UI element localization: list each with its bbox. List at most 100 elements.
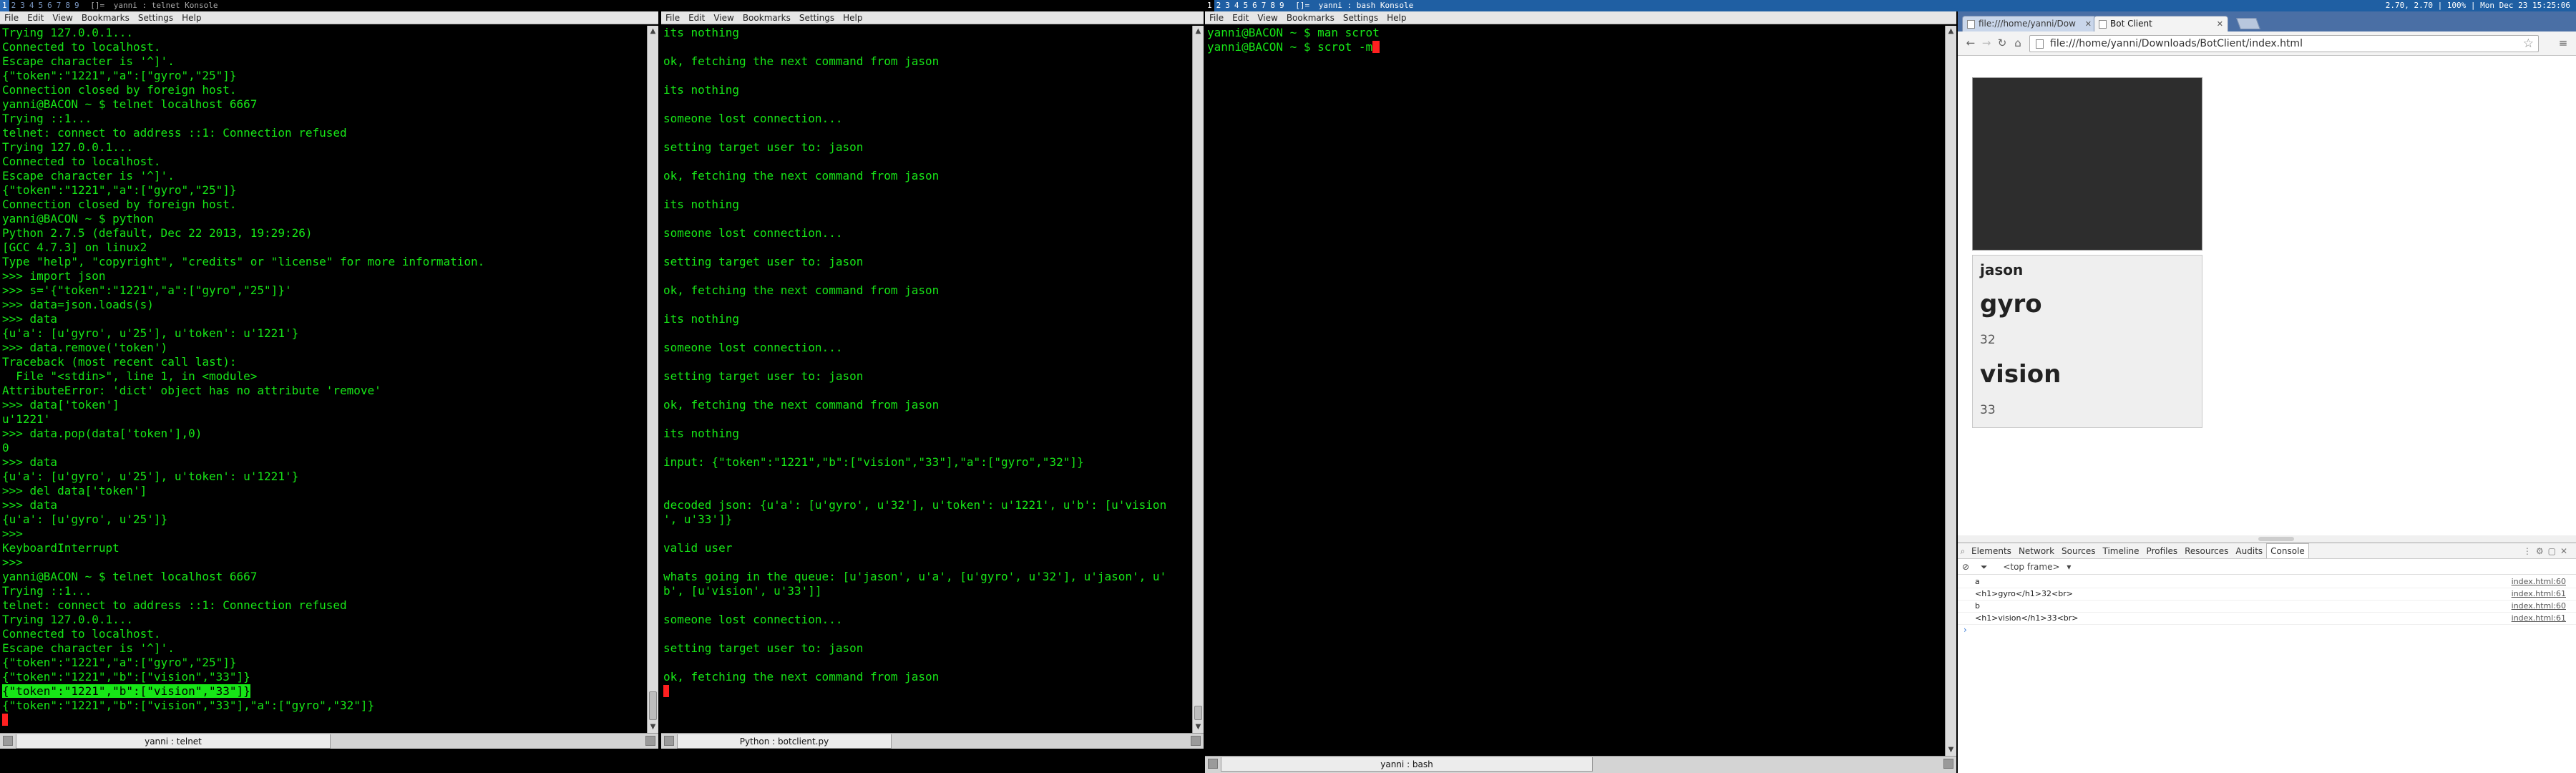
menu-item-bookmarks[interactable]: Bookmarks (77, 11, 134, 24)
devtools-tab-resources[interactable]: Resources (2181, 543, 2232, 559)
filter-icon[interactable]: ⏷ (1976, 559, 1992, 575)
forward-icon[interactable]: → (1979, 36, 1994, 50)
menu-item-settings[interactable]: Settings (1339, 11, 1382, 24)
workspace-tag[interactable]: 5 (36, 0, 46, 11)
konsole-tab[interactable]: yanni : telnet (16, 734, 331, 749)
workspace-tag[interactable]: 7 (1259, 0, 1269, 11)
menu-item-file[interactable]: File (661, 11, 684, 24)
terminal-line: >>> del data['token'] (2, 484, 147, 497)
reload-icon[interactable]: ↻ (1995, 36, 2009, 50)
workspace-tag[interactable]: 6 (1250, 0, 1259, 11)
browser-tab[interactable]: Bot Client ✕ (2094, 16, 2228, 31)
scroll-up-icon[interactable]: ▲ (648, 26, 658, 37)
workspace-tag[interactable]: 2 (9, 0, 19, 11)
workspace-tag[interactable]: 6 (45, 0, 54, 11)
workspace-tag[interactable]: 1 (1205, 0, 1214, 11)
console-source-link[interactable]: index.html:60 (2512, 601, 2566, 612)
menu-icon[interactable]: ≡ (2556, 36, 2570, 50)
menu-item-settings[interactable]: Settings (134, 11, 177, 24)
video-canvas (1972, 77, 2202, 251)
horizontal-scrollbar[interactable] (1958, 535, 2576, 543)
devtools-tab-profiles[interactable]: Profiles (2143, 543, 2182, 559)
menu-item-edit[interactable]: Edit (23, 11, 48, 24)
scroll-up-icon[interactable]: ▲ (1193, 26, 1204, 37)
menu-item-view[interactable]: View (709, 11, 738, 24)
devtools-tab-sources[interactable]: Sources (2058, 543, 2099, 559)
menu-item-file[interactable]: File (0, 11, 23, 24)
konsole-tab[interactable]: Python : botclient.py (677, 734, 892, 749)
scroll-down-icon[interactable]: ▼ (1946, 744, 1956, 756)
scroll-down-icon[interactable]: ▼ (648, 721, 658, 733)
workspace-tag[interactable]: 8 (1268, 0, 1277, 11)
menu-item-settings[interactable]: Settings (795, 11, 839, 24)
new-tab-icon[interactable] (3, 736, 13, 746)
devtools-tab-console[interactable]: Console (2266, 543, 2309, 558)
back-icon[interactable]: ← (1963, 36, 1978, 50)
new-tab-icon[interactable] (664, 736, 674, 746)
terminal-output[interactable]: Trying 127.0.0.1... Connected to localhos… (0, 26, 647, 733)
workspace-tag[interactable]: 7 (54, 0, 64, 11)
close-tab-icon[interactable] (645, 736, 655, 746)
konsole-python-window[interactable]: File Edit View Bookmarks Settings Help its no… (661, 11, 1204, 749)
scrollbar-thumb[interactable] (2258, 537, 2294, 541)
terminal-output[interactable]: yanni@BACON ~ $ man scrot yanni@BACON ~ $… (1205, 26, 1945, 756)
new-tab-icon[interactable] (1208, 759, 1218, 769)
menu-item-edit[interactable]: Edit (1228, 11, 1253, 24)
devtools-tab-network[interactable]: Network (2015, 543, 2058, 559)
menu-item-bookmarks[interactable]: Bookmarks (738, 11, 795, 24)
close-tab-icon[interactable] (1191, 736, 1201, 746)
menu-item-help[interactable]: Help (177, 11, 205, 24)
scroll-up-icon[interactable]: ▲ (1946, 26, 1956, 37)
home-icon[interactable]: ⌂ (2011, 36, 2025, 50)
terminal-line: >>> data.pop(data['token'],0) (2, 427, 203, 440)
console-source-link[interactable]: index.html:60 (2512, 576, 2566, 588)
menu-item-bookmarks[interactable]: Bookmarks (1282, 11, 1339, 24)
console-source-link[interactable]: index.html:61 (2512, 613, 2566, 624)
workspace-tag[interactable]: 1 (0, 0, 9, 11)
menu-item-file[interactable]: File (1205, 11, 1228, 24)
chromium-window[interactable]: file:///home/yanni/Dow ✕ Bot Client ✕ ← … (1958, 11, 2576, 773)
scrollbar-thumb[interactable] (649, 691, 657, 720)
new-tab-button[interactable] (2236, 18, 2260, 29)
konsole-bash-window[interactable]: File Edit View Bookmarks Settings Help yanni@… (1205, 11, 1956, 773)
close-tab-icon[interactable] (1943, 759, 1953, 769)
devtools-window-controls-icon[interactable]: ⋮⚙▢✕ (2523, 543, 2572, 559)
devtools-tab-audits[interactable]: Audits (2232, 543, 2266, 559)
devtools-tab-elements[interactable]: Elements (1968, 543, 2015, 559)
menu-item-view[interactable]: View (1253, 11, 1282, 24)
workspace-tag[interactable]: 3 (1223, 0, 1232, 11)
browser-tab[interactable]: file:///home/yanni/Dow ✕ (1962, 16, 2097, 31)
terminal-line: setting target user to: jason (663, 641, 864, 655)
terminal-output[interactable]: its nothing ok, fetching the next command… (661, 26, 1192, 733)
menu-item-help[interactable]: Help (839, 11, 867, 24)
clear-console-icon[interactable]: ⊘ (1958, 559, 1974, 575)
scrollbar[interactable]: ▲ ▼ (1192, 26, 1204, 733)
konsole-tab[interactable]: yanni : bash (1221, 757, 1593, 772)
workspace-tag[interactable]: 8 (63, 0, 72, 11)
scroll-down-icon[interactable]: ▼ (1193, 721, 1204, 733)
address-bar[interactable]: file:///home/yanni/Downloads/BotClient/i… (2029, 35, 2539, 52)
devtools-tab-timeline[interactable]: Timeline (2099, 543, 2143, 559)
console-prompt[interactable]: › (1963, 625, 1967, 635)
bookmark-star-icon[interactable]: ☆ (2523, 36, 2534, 52)
workspace-tag[interactable]: 4 (27, 0, 36, 11)
workspace-tag[interactable]: 2 (1214, 0, 1224, 11)
menu-item-edit[interactable]: Edit (684, 11, 709, 24)
close-tab-icon[interactable]: ✕ (2085, 16, 2092, 31)
frame-selector[interactable]: <top frame> ▾ (1994, 559, 2075, 575)
close-tab-icon[interactable]: ✕ (2217, 16, 2223, 31)
workspace-tag[interactable]: 3 (18, 0, 27, 11)
scrollbar[interactable]: ▲ ▼ (1945, 26, 1956, 756)
scrollbar-thumb[interactable] (1194, 706, 1202, 720)
workspace-tag[interactable]: 4 (1232, 0, 1241, 11)
scrollbar[interactable]: ▲ ▼ (647, 26, 658, 733)
inspect-icon[interactable]: ⌕ (1958, 543, 1968, 559)
menu-item-help[interactable]: Help (1382, 11, 1410, 24)
menu-item-view[interactable]: View (48, 11, 77, 24)
workspace-tag[interactable]: 5 (1241, 0, 1251, 11)
workspace-tag[interactable]: 9 (1277, 0, 1287, 11)
workspace-tag[interactable]: 9 (72, 0, 82, 11)
konsole-telnet-window[interactable]: File Edit View Bookmarks Settings Help Trying… (0, 11, 658, 749)
console-source-link[interactable]: index.html:61 (2512, 588, 2566, 600)
